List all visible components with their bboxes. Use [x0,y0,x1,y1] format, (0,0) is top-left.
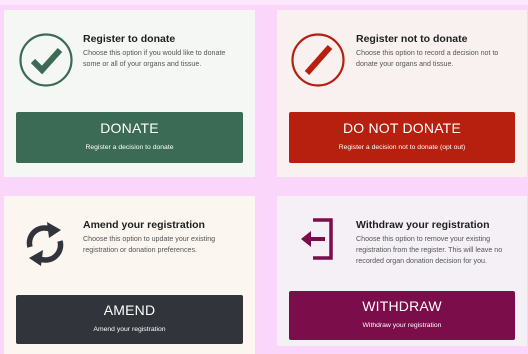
donate-button-label: DONATE [100,120,159,136]
amend-button[interactable]: AMEND Amend your registration [16,295,243,344]
withdraw-button-sublabel: Withdraw your registration [362,322,442,329]
withdraw-desc-line-3: recorded organ donation decision for you… [356,257,487,265]
withdraw-title: Withdraw your registration [356,219,490,231]
do-not-donate-button[interactable]: DO NOT DONATE Register a decision not to… [289,112,515,163]
donate-card: Register to donate Choose this option if… [4,10,255,177]
amend-title: Amend your registration [83,219,205,231]
amend-card: Amend your registration Choose this opti… [4,196,255,354]
do-not-donate-button-label: DO NOT DONATE [343,120,461,136]
do-not-donate-button-sublabel: Register a decision not to donate (opt o… [338,144,466,151]
top-strip [0,0,528,5]
exit-door-icon [301,218,333,260]
donate-desc-line-1: Choose this option if you would like to … [83,49,226,57]
amend-button-sublabel: Amend your registration [93,326,166,333]
amend-desc-line-1: Choose this option to update your existi… [83,235,216,243]
donate-button-sublabel: Register a decision to donate [85,144,174,151]
donate-desc-line-2: some or all of your organs and tissue. [83,60,202,68]
no-donate-title: Register not to donate [356,33,468,45]
withdraw-card: Withdraw your registration Choose this o… [277,196,527,346]
no-donate-desc-line-2: donate your organs and tissue. [356,60,454,68]
no-donate-desc-line-1: Choose this option to record a decision … [356,49,499,57]
withdraw-button-label: WITHDRAW [362,298,442,314]
withdraw-desc-line-2: registration from the register. This wil… [356,246,503,254]
check-circle-icon [19,33,73,87]
withdraw-button[interactable]: WITHDRAW Withdraw your registration [289,291,515,340]
refresh-arrows-icon [26,222,64,266]
withdraw-desc-line-1: Choose this option to remove your existi… [356,235,491,243]
donate-button[interactable]: DONATE Register a decision to donate [16,112,243,163]
no-donate-card: Register not to donate Choose this optio… [277,10,527,177]
donate-title: Register to donate [83,33,176,45]
amend-desc-line-2: registration or donation preferences. [83,246,197,254]
amend-button-label: AMEND [103,302,156,318]
slash-circle-icon [291,33,345,87]
